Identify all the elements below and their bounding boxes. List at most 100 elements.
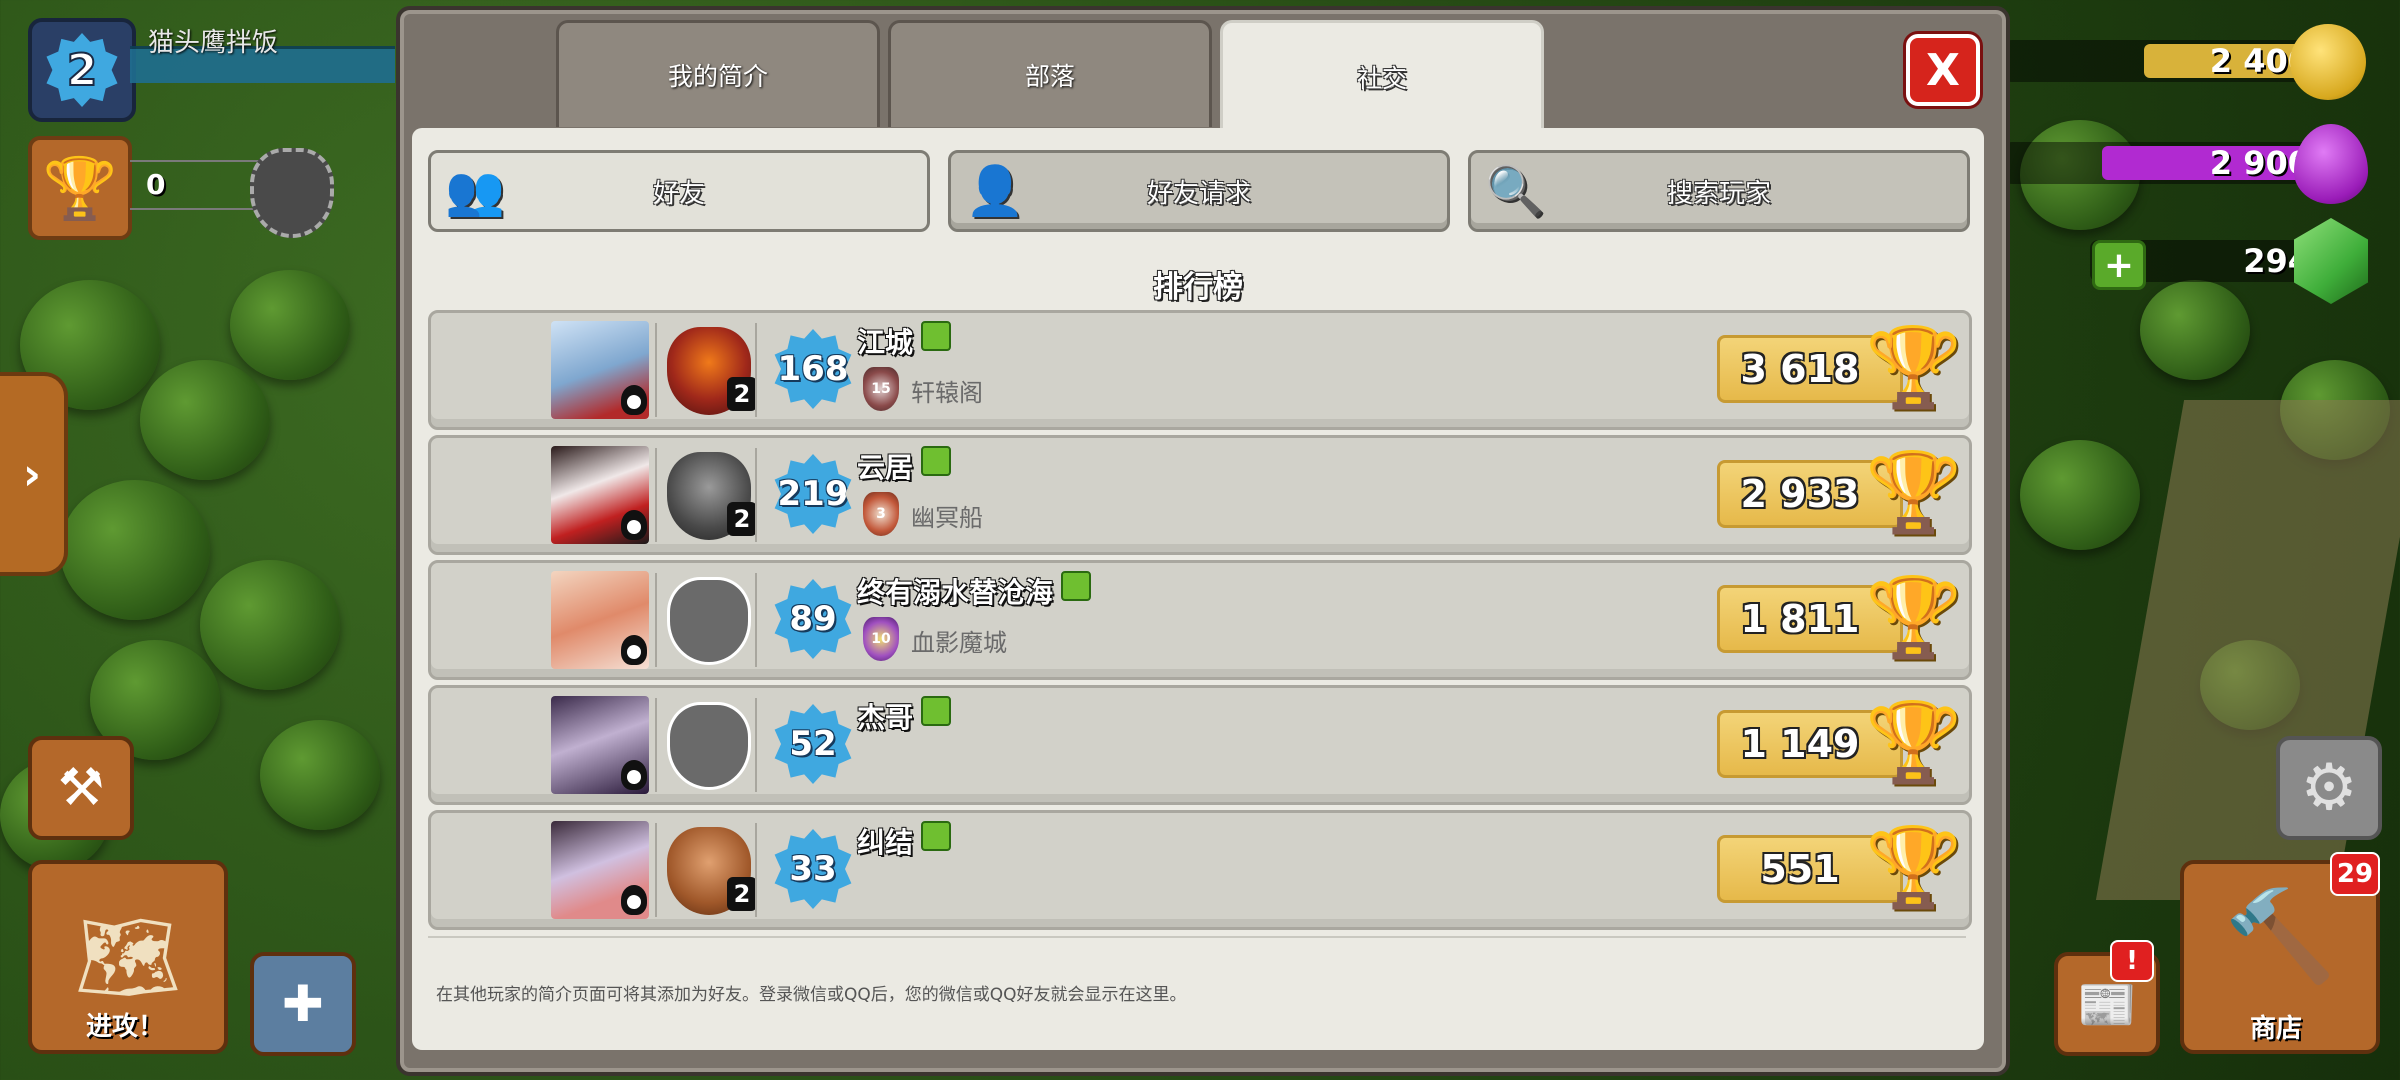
tab-label: 社交 [1356,64,1407,93]
divider [655,698,657,792]
search-players-button[interactable]: 🔍 搜索玩家 [1468,150,1970,232]
chat-icon[interactable] [921,821,952,851]
buy-gems-button[interactable]: + [2092,240,2146,290]
xp-level-badge: 52 [774,704,852,784]
add-friend-icon: 👤 [965,163,1025,219]
close-button[interactable]: X [1906,34,1980,106]
trophy-icon: 🏆 [42,153,118,224]
leaderboard-row[interactable]: 2 33 纠结 551 🏆 [428,810,1972,930]
friends-button-label: 好友 [652,178,705,209]
player-name: 杰哥 [857,696,952,736]
divider [130,208,270,210]
leaderboard-row[interactable]: 2 168 江城 15 轩辕阁 3 618 🏆 [428,310,1972,430]
footer-note: 在其他玩家的简介页面可将其添加为好友。登录微信或QQ后，您的微信或QQ好友就会显… [436,985,1187,1005]
divider [755,823,757,917]
friends-icon: 👥 [445,163,505,219]
gold-coin-icon [2290,24,2366,100]
chat-icon[interactable] [921,446,952,476]
player-name: 云居 [857,446,952,486]
friend-requests-button[interactable]: 👤 好友请求 [948,150,1450,232]
qq-icon [621,760,647,790]
player-level: 2 [66,44,99,97]
clan-badge-icon: 15 [863,367,899,411]
map-icon: 🗺 [74,907,182,1006]
tab-clan[interactable]: 部落 [888,20,1212,127]
trophy-icon: 🏆 [1865,698,1963,788]
divider [655,823,657,917]
elixir-drop-icon [2294,124,2368,204]
close-icon: X [1926,44,1960,96]
trophy-icon: 🏆 [1865,823,1963,913]
xp-level-badge: 89 [774,579,852,659]
chat-icon[interactable] [1061,571,1092,601]
league-tier: 2 [727,377,757,411]
divider [130,160,270,162]
leaderboard-row[interactable]: 52 杰哥 1 149 🏆 [428,685,1972,805]
xp-level-badge: 219 [774,454,852,534]
trophy-icon: 🏆 [1865,573,1963,663]
tab-label: 部落 [1024,62,1075,91]
clan-badge-icon: 3 [863,492,899,536]
chat-icon[interactable] [921,321,952,351]
league-icon [667,577,751,665]
chat-icon[interactable] [921,696,952,726]
xp-star-icon: 2 [46,33,118,107]
shop-badge: 29 [2330,852,2380,896]
leaderboard-title: 排行榜 [1153,270,1243,305]
tab-label: 我的简介 [667,62,768,91]
search-players-label: 搜索玩家 [1666,178,1771,209]
leaderboard-row[interactable]: 2 219 云居 3 幽冥船 2 933 🏆 [428,435,1972,555]
player-name: 猫头鹰拌饭 [148,28,279,58]
shop-label: 商店 [2249,1014,2302,1044]
clan-name: 幽冥船 [911,504,983,532]
shop-icon: 🔨 [2224,884,2337,989]
leaderboard-row[interactable]: 89 终有溺水替沧海 10 血影魔城 1 811 🏆 [428,560,1972,680]
player-name: 纠结 [857,821,952,861]
league-tier: 2 [727,502,757,536]
tab-social[interactable]: 社交 [1220,20,1544,131]
qq-icon [621,510,647,540]
player-name: 江城 [857,321,952,361]
notification-badge: ! [2110,940,2154,982]
divider [655,323,657,417]
clan-name: 血影魔城 [911,629,1007,657]
gem-icon [2294,218,2368,304]
trophy-badge[interactable]: 🏆 [28,136,132,240]
side-panel-arrow-button[interactable]: › [0,372,68,576]
chevron-right-icon: › [22,448,42,500]
builder-icon: ⚒ [57,758,105,818]
xp-level-badge: 168 [774,329,852,409]
qq-icon [621,885,647,915]
divider [428,936,1966,938]
divider [755,323,757,417]
trophy-icon: 🏆 [1865,323,1963,413]
newspaper-icon: 📰 [2077,976,2137,1033]
shield-upgrade-button[interactable]: ✚ [250,952,356,1056]
attack-label: 进攻！ [85,1012,164,1042]
player-name: 终有溺水替沧海 [857,571,1092,611]
builder-button[interactable]: ⚒ [28,736,134,840]
settings-button[interactable]: ⚙ [2276,736,2382,840]
divider [655,573,657,667]
qq-icon [621,635,647,665]
clan-badge-icon: 10 [863,617,899,661]
search-player-icon: 🔍 [1485,163,1545,219]
trophy-icon: 🏆 [1865,448,1963,538]
trophy-count: 0 [146,168,166,201]
league-icon [667,702,751,790]
divider [755,448,757,542]
shield-plus-icon: ✚ [282,975,324,1033]
league-tier: 2 [727,877,757,911]
friend-requests-label: 好友请求 [1146,178,1251,209]
clan-name: 轩辕阁 [911,379,983,407]
gear-icon: ⚙ [2300,751,2358,825]
xp-level-badge: 33 [774,829,852,909]
shield-icon[interactable] [250,148,334,238]
divider [655,448,657,542]
tab-my-profile[interactable]: 我的简介 [556,20,880,127]
player-level-badge[interactable]: 2 [28,18,136,122]
friends-button[interactable]: 👥 好友 [428,150,930,232]
divider [755,573,757,667]
qq-icon [621,385,647,415]
divider [755,698,757,792]
